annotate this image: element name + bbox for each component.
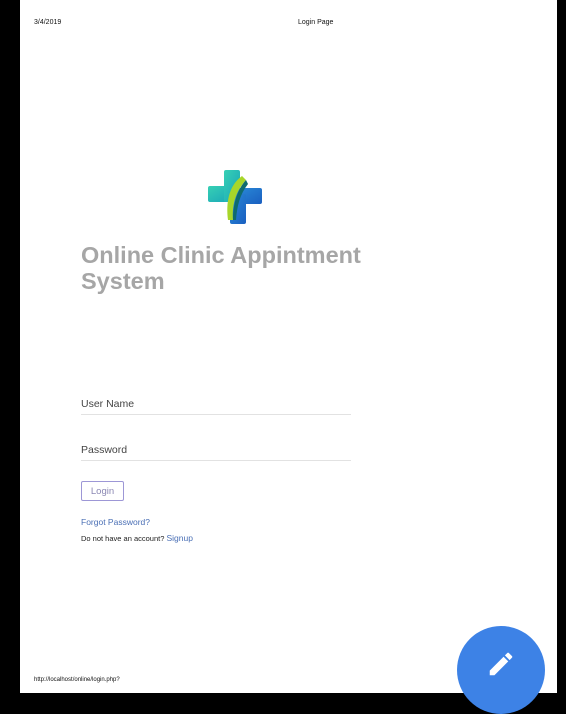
username-field [81, 394, 351, 415]
signup-prompt: Do not have an account? Signup [81, 533, 193, 543]
signup-link[interactable]: Signup [167, 533, 193, 543]
password-input[interactable] [81, 444, 351, 456]
no-account-text: Do not have an account? [81, 534, 165, 543]
pencil-icon [489, 652, 513, 676]
print-page-title: Login Page [298, 19, 334, 26]
app-title: Online Clinic Appintment System [81, 242, 361, 294]
edit-fab-button[interactable] [457, 626, 545, 714]
login-button[interactable]: Login [81, 481, 124, 501]
print-footer-url: http://localhost/online/login.php? [34, 677, 120, 683]
print-date: 3/4/2019 [34, 19, 62, 26]
forgot-password-link[interactable]: Forgot Password? [81, 517, 150, 527]
page: 3/4/2019 Login Page Online Clinic Appint… [20, 0, 557, 714]
password-field [81, 440, 351, 461]
medical-cross-icon [204, 168, 268, 226]
username-input[interactable] [81, 398, 351, 410]
